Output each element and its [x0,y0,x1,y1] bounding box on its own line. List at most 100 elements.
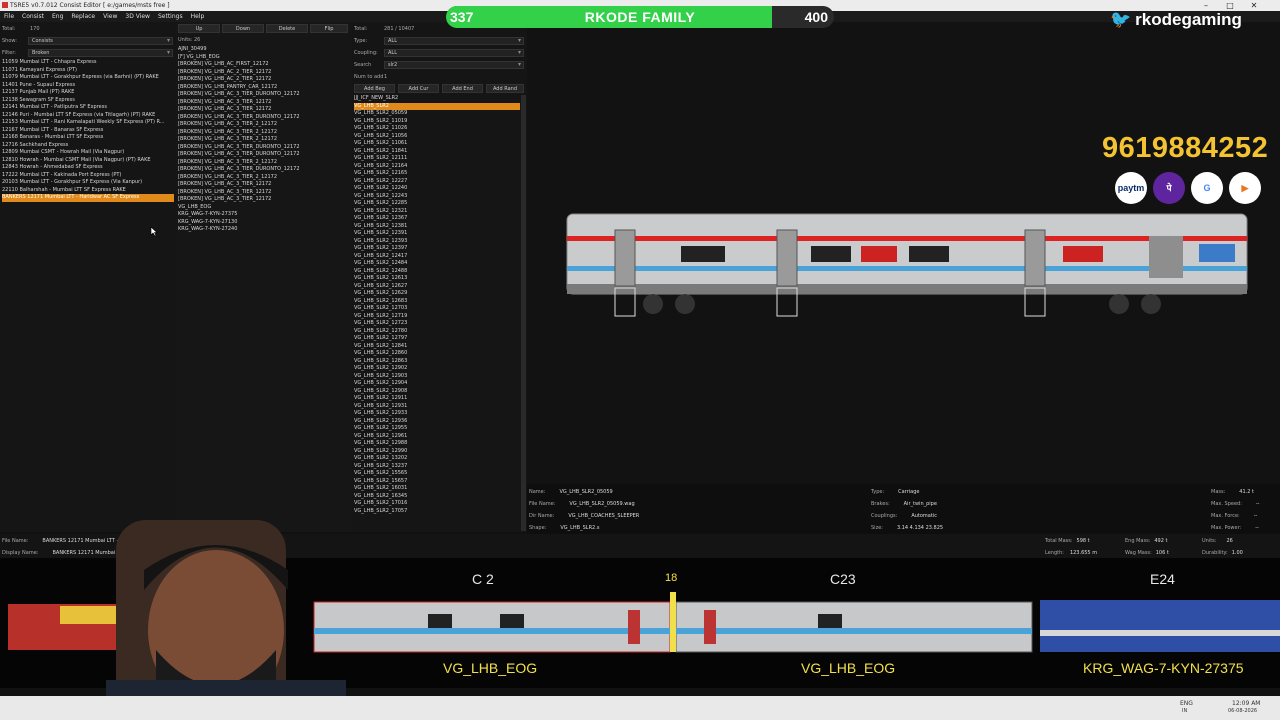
delete-button[interactable]: Delete [266,24,308,33]
filter-select[interactable]: Broken [28,49,173,57]
library-list-item[interactable]: VG_LHB_SLR2_12391 [354,230,520,238]
consist-list-item[interactable]: 12138 Sewagram SF Express [2,97,174,105]
units-list[interactable]: AJNI_30499 [F] VG_LHB_EOG [BROKEN] VG_LHB_… [178,46,348,246]
library-list-item[interactable]: JJJ_ICF_NEW_SLR2 [354,95,520,103]
type-select[interactable]: ALL [384,37,524,45]
consist-list-item[interactable]: 20103 Mumbai LTT - Gorakhpur SF Express … [2,179,174,187]
add-rand-button[interactable]: Add Rand [486,84,524,93]
library-list-item[interactable]: VG_LHB_SLR2_17057 [354,508,520,516]
library-list-item[interactable]: VG_LHB_SLR2 [354,102,520,110]
library-list-item[interactable]: VG_LHB_SLR2_12911 [354,395,520,403]
unit-list-item[interactable]: KRG_WAG-7-KYN-27240 [178,226,348,234]
library-list-item[interactable]: VG_LHB_SLR2_05059 [354,110,520,118]
consist-list-item[interactable]: 12810 Howrah - Mumbai CSMT Mail (Via Nag… [2,157,174,165]
consist-list-item[interactable]: 11071 Kamayani Express (PT) [2,67,174,75]
library-list-item[interactable]: VG_LHB_SLR2_12321 [354,208,520,216]
library-list-item[interactable]: VG_LHB_SLR2_11026 [354,125,520,133]
menu-eng[interactable]: Eng [48,11,67,22]
add-cur-button[interactable]: Add Cur [398,84,439,93]
library-list-item[interactable]: VG_LHB_SLR2_12933 [354,410,520,418]
library-list-item[interactable]: VG_LHB_SLR2_12397 [354,245,520,253]
library-list-item[interactable]: VG_LHB_SLR2_12904 [354,380,520,388]
library-list-item[interactable]: VG_LHB_SLR2_12955 [354,425,520,433]
consist-list-item[interactable]: 22110 Balharshah - Mumbai LTT SF Express… [2,187,174,195]
library-list-item[interactable]: VG_LHB_SLR2_11056 [354,133,520,141]
library-list-item[interactable]: VG_LHB_SLR2_16031 [354,485,520,493]
library-list-item[interactable]: VG_LHB_SLR2_12243 [354,193,520,201]
library-list-item[interactable]: VG_LHB_SLR2_12990 [354,448,520,456]
consist-list-item[interactable]: 12168 Banaras - Mumbai LTT SF Express [2,134,174,142]
library-list-item[interactable]: VG_LHB_SLR2_12723 [354,320,520,328]
consist-list-item[interactable]: 12843 Howrah - Ahmedabad SF Express [2,164,174,172]
up-button[interactable]: Up [178,24,220,33]
search-input[interactable]: slr2 [384,61,524,69]
unit-list-item[interactable]: [BROKEN] VG_LHB_AC_FIRST_12172 [178,61,348,69]
consist-list-item[interactable]: 12153 Mumbai LTT - Rani Kamalapati Weekl… [2,119,174,127]
unit-list-item[interactable]: KRG_WAG-7-KYN-27375 [178,211,348,219]
library-list-item[interactable]: VG_LHB_SLR2_12903 [354,373,520,381]
consist-list-item[interactable]: 12141 Mumbai LTT - Patliputra SF Express [2,104,174,112]
consist-list-item[interactable]: 11059 Mumbai LTT - Chhapra Express [2,59,174,67]
library-scrollbar[interactable] [521,95,526,531]
menu-file[interactable]: File [0,11,18,22]
unit-list-item[interactable]: [BROKEN] VG_LHB_AC_3_TIER_12172 [178,99,348,107]
menu-consist[interactable]: Consist [18,11,48,22]
library-list-item[interactable]: VG_LHB_SLR2_12988 [354,440,520,448]
consist-list-item[interactable]: 12167 Mumbai LTT - Banaras SF Express [2,127,174,135]
show-select[interactable]: Consists [28,37,173,45]
unit-list-item[interactable]: VG_LHB_EOG [178,204,348,212]
consist-list-item[interactable]: 17222 Mumbai LTT - Kakinada Port Express… [2,172,174,180]
library-list-item[interactable]: VG_LHB_SLR2_11019 [354,118,520,126]
library-list-item[interactable]: VG_LHB_SLR2_12719 [354,313,520,321]
unit-list-item[interactable]: [BROKEN] VG_LHB_AC_3_TIER_2_12172 [178,136,348,144]
taskbar-lang[interactable]: ENG [1180,700,1193,707]
unit-list-item[interactable]: AJNI_30499 [178,46,348,54]
library-list-item[interactable]: VG_LHB_SLR2_12417 [354,253,520,261]
library-list-item[interactable]: VG_LHB_SLR2_12393 [354,238,520,246]
library-list-item[interactable]: VG_LHB_SLR2_12860 [354,350,520,358]
unit-list-item[interactable]: [BROKEN] VG_LHB_AC_3_TIER_DURONTO_12172 [178,91,348,99]
unit-list-item[interactable]: [BROKEN] VG_LHB_AC_3_TIER_DURONTO_12172 [178,151,348,159]
library-list-item[interactable]: VG_LHB_SLR2_12285 [354,200,520,208]
library-list-item[interactable]: VG_LHB_SLR2_13202 [354,455,520,463]
3d-preview[interactable] [527,22,1280,484]
taskbar-time[interactable]: 12:09 AM [1232,700,1260,707]
library-list-item[interactable]: VG_LHB_SLR2_11061 [354,140,520,148]
menu-settings[interactable]: Settings [154,11,187,22]
library-list-item[interactable]: VG_LHB_SLR2_12613 [354,275,520,283]
flip-button[interactable]: Flip [310,24,348,33]
library-list-item[interactable]: VG_LHB_SLR2_12797 [354,335,520,343]
library-list-item[interactable]: VG_LHB_SLR2_11841 [354,148,520,156]
unit-list-item[interactable]: [BROKEN] VG_LHB_AC_3_TIER_12172 [178,189,348,197]
close-icon[interactable]: ✕ [1244,0,1264,11]
library-list-item[interactable]: VG_LHB_SLR2_12908 [354,388,520,396]
library-list-item[interactable]: VG_LHB_SLR2_12931 [354,403,520,411]
library-list-item[interactable]: VG_LHB_SLR2_12936 [354,418,520,426]
unit-list-item[interactable]: [BROKEN] VG_LHB_AC_3_TIER_12172 [178,106,348,114]
library-list-item[interactable]: VG_LHB_SLR2_16345 [354,493,520,501]
menu-replace[interactable]: Replace [67,11,99,22]
unit-list-item[interactable]: KRG_WAG-7-KYN-27130 [178,219,348,227]
library-list-item[interactable]: VG_LHB_SLR2_12683 [354,298,520,306]
unit-list-item[interactable]: [BROKEN] VG_LHB_AC_3_TIER_2_12172 [178,159,348,167]
consist-list[interactable]: 11059 Mumbai LTT - Chhapra Express 11071 … [2,59,174,209]
library-list-item[interactable]: VG_LHB_SLR2_12863 [354,358,520,366]
library-list-item[interactable]: VG_LHB_SLR2_12111 [354,155,520,163]
library-list-item[interactable]: VG_LHB_SLR2_12367 [354,215,520,223]
menu-3dview[interactable]: 3D View [121,11,154,22]
unit-list-item[interactable]: [BROKEN] VG_LHB_AC_3_TIER_DURONTO_12172 [178,144,348,152]
library-list-item[interactable]: VG_LHB_SLR2_12780 [354,328,520,336]
unit-list-item[interactable]: [BROKEN] VG_LHB_AC_3_TIER_2_12172 [178,129,348,137]
library-list-item[interactable]: VG_LHB_SLR2_12703 [354,305,520,313]
library-list-item[interactable]: VG_LHB_SLR2_12484 [354,260,520,268]
unit-list-item[interactable]: [BROKEN] VG_LHB_AC_3_TIER_DURONTO_12172 [178,166,348,174]
add-beg-button[interactable]: Add Beg [354,84,395,93]
library-list-item[interactable]: VG_LHB_SLR2_12902 [354,365,520,373]
library-list-item[interactable]: VG_LHB_SLR2_15657 [354,478,520,486]
library-list-item[interactable]: VG_LHB_SLR2_12627 [354,283,520,291]
unit-list-item[interactable]: [BROKEN] VG_LHB_AC_3_TIER_2_12172 [178,121,348,129]
unit-list-item[interactable]: [BROKEN] VG_LHB_PANTRY_CAR_12172 [178,84,348,92]
consist-list-item[interactable]: 12809 Mumbai CSMT - Howrah Mail (Via Nag… [2,149,174,157]
unit-list-item[interactable]: [BROKEN] VG_LHB_AC_3_TIER_DURONTO_12172 [178,114,348,122]
consist-list-item[interactable]: BANKERS 12171 Mumbai LTT - Haridwar AC S… [2,194,174,202]
